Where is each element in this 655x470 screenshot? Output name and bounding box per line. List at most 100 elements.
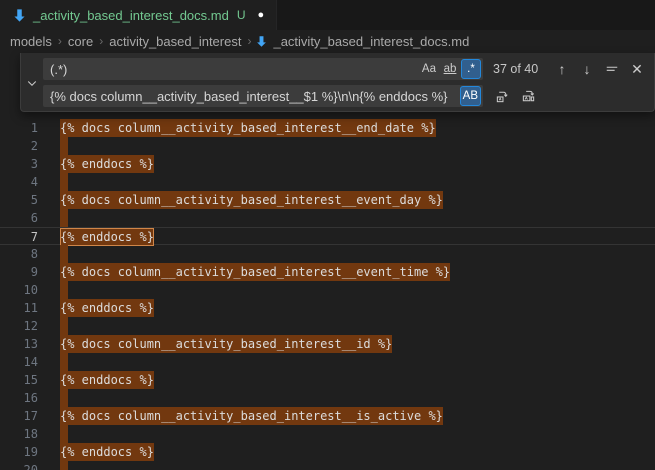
replace-all-button[interactable] xyxy=(517,85,539,107)
markdown-file-icon xyxy=(255,35,268,48)
find-match-highlight: {% enddocs %} xyxy=(60,228,154,246)
find-match-highlight: {% enddocs %} xyxy=(60,371,154,389)
line-text: {% docs column__activity_based_interest_… xyxy=(60,263,450,281)
unsaved-changes-dot[interactable]: ● xyxy=(258,10,265,21)
chevron-right-icon: › xyxy=(54,34,66,48)
editor-content[interactable]: 1 {% docs column__activity_based_interes… xyxy=(0,119,655,470)
editor-line[interactable]: 14 xyxy=(0,353,655,371)
breadcrumb-item-core[interactable]: core xyxy=(66,34,95,49)
line-text xyxy=(60,389,68,407)
editor-line[interactable]: 3 {% enddocs %} xyxy=(0,155,655,173)
find-match-empty-highlight xyxy=(60,173,68,191)
line-text xyxy=(60,353,68,371)
vscode-window: _activity_based_interest_docs.md U ● mod… xyxy=(0,0,655,470)
editor-line[interactable]: 6 xyxy=(0,209,655,227)
replace-button[interactable] xyxy=(491,85,513,107)
previous-match-button[interactable]: ↑ xyxy=(551,58,573,80)
match-case-toggle[interactable]: Aa xyxy=(419,59,439,79)
line-text: {% enddocs %} xyxy=(60,371,154,389)
editor-line[interactable]: 20 xyxy=(0,461,655,470)
editor-line[interactable]: 5 {% docs column__activity_based_interes… xyxy=(0,191,655,209)
find-match-empty-highlight xyxy=(60,209,68,227)
find-match-highlight: {% docs column__activity_based_interest_… xyxy=(60,191,443,209)
editor-line[interactable]: 8 xyxy=(0,245,655,263)
line-number: 8 xyxy=(0,245,38,263)
line-number: 11 xyxy=(0,299,38,317)
find-match-empty-highlight xyxy=(60,317,68,335)
line-number: 5 xyxy=(0,191,38,209)
find-in-selection-button[interactable] xyxy=(601,58,623,80)
toggle-replace-button[interactable] xyxy=(21,53,43,112)
editor-line[interactable]: 11 {% enddocs %} xyxy=(0,299,655,317)
line-number: 2 xyxy=(0,137,38,155)
editor-line[interactable]: 16 xyxy=(0,389,655,407)
editor-line[interactable]: 13 {% docs column__activity_based_intere… xyxy=(0,335,655,353)
breadcrumb-item-activity-based-interest[interactable]: activity_based_interest xyxy=(107,34,243,49)
line-number: 6 xyxy=(0,209,38,227)
line-number: 19 xyxy=(0,443,38,461)
replace-icon xyxy=(495,89,510,104)
line-text xyxy=(60,209,68,227)
find-match-highlight: {% enddocs %} xyxy=(60,443,154,461)
tab-activity-based-interest-docs[interactable]: _activity_based_interest_docs.md U ● xyxy=(0,0,277,30)
editor-line[interactable]: 2 xyxy=(0,137,655,155)
next-match-button[interactable]: ↓ xyxy=(576,58,598,80)
close-find-button[interactable]: ✕ xyxy=(626,58,648,80)
find-input[interactable]: (.*) Aa ab .* xyxy=(43,58,483,80)
breadcrumb: models › core › activity_based_interest … xyxy=(0,30,655,52)
find-match-highlight: {% docs column__activity_based_interest_… xyxy=(60,407,443,425)
editor-line[interactable]: 12 xyxy=(0,317,655,335)
find-match-empty-highlight xyxy=(60,461,68,470)
replace-input[interactable]: {% docs column__activity_based_interest_… xyxy=(43,85,483,107)
line-text xyxy=(60,317,68,335)
git-status-badge: U xyxy=(237,8,246,22)
find-match-highlight: {% docs column__activity_based_interest_… xyxy=(60,335,392,353)
find-nav-buttons: ↑ ↓ ✕ xyxy=(551,58,648,80)
line-number: 17 xyxy=(0,407,38,425)
breadcrumb-item-models[interactable]: models xyxy=(8,34,54,49)
find-match-highlight: {% enddocs %} xyxy=(60,299,154,317)
line-number: 15 xyxy=(0,371,38,389)
editor-line[interactable]: 19 {% enddocs %} xyxy=(0,443,655,461)
find-match-highlight: {% docs column__activity_based_interest_… xyxy=(60,263,450,281)
breadcrumb-item-file[interactable]: _activity_based_interest_docs.md xyxy=(255,34,469,49)
line-number: 7 xyxy=(0,228,38,244)
editor-line[interactable]: 18 xyxy=(0,425,655,443)
chevron-right-icon: › xyxy=(95,34,107,48)
editor-line[interactable]: 4 xyxy=(0,173,655,191)
line-number: 20 xyxy=(0,461,38,470)
replace-row: {% docs column__activity_based_interest_… xyxy=(43,85,648,107)
replace-input-value[interactable]: {% docs column__activity_based_interest_… xyxy=(50,89,459,104)
line-number: 16 xyxy=(0,389,38,407)
editor-line[interactable]: 1 {% docs column__activity_based_interes… xyxy=(0,119,655,137)
find-input-value[interactable]: (.*) xyxy=(50,62,418,77)
line-text: {% enddocs %} xyxy=(60,443,154,461)
breadcrumb-file-label: _activity_based_interest_docs.md xyxy=(273,34,469,49)
find-match-empty-highlight xyxy=(60,353,68,371)
line-number: 4 xyxy=(0,173,38,191)
markdown-file-icon xyxy=(12,8,27,23)
replace-all-icon xyxy=(521,89,536,104)
editor-line[interactable]: 17 {% docs column__activity_based_intere… xyxy=(0,407,655,425)
editor-line[interactable]: 9 {% docs column__activity_based_interes… xyxy=(0,263,655,281)
line-number: 14 xyxy=(0,353,38,371)
line-text: {% docs column__activity_based_interest_… xyxy=(60,191,443,209)
line-number: 9 xyxy=(0,263,38,281)
line-text xyxy=(60,137,68,155)
replace-buttons xyxy=(491,85,539,107)
editor-line[interactable]: 10 xyxy=(0,281,655,299)
find-match-empty-highlight xyxy=(60,389,68,407)
line-text: {% docs column__activity_based_interest_… xyxy=(60,335,392,353)
line-number: 12 xyxy=(0,317,38,335)
editor-line[interactable]: 7 {% enddocs %} xyxy=(0,227,655,245)
editor-line[interactable]: 15 {% enddocs %} xyxy=(0,371,655,389)
find-replace-widget: (.*) Aa ab .* 37 of 40 ↑ ↓ ✕ xyxy=(20,53,655,112)
chevron-right-icon: › xyxy=(243,34,255,48)
preserve-case-toggle[interactable]: AB xyxy=(460,86,481,106)
whole-word-toggle[interactable]: ab xyxy=(440,59,460,79)
match-count: 37 of 40 xyxy=(493,62,538,76)
find-match-highlight: {% enddocs %} xyxy=(60,155,154,173)
regex-toggle[interactable]: .* xyxy=(461,59,481,79)
line-text xyxy=(60,281,68,299)
find-match-empty-highlight xyxy=(60,245,68,263)
